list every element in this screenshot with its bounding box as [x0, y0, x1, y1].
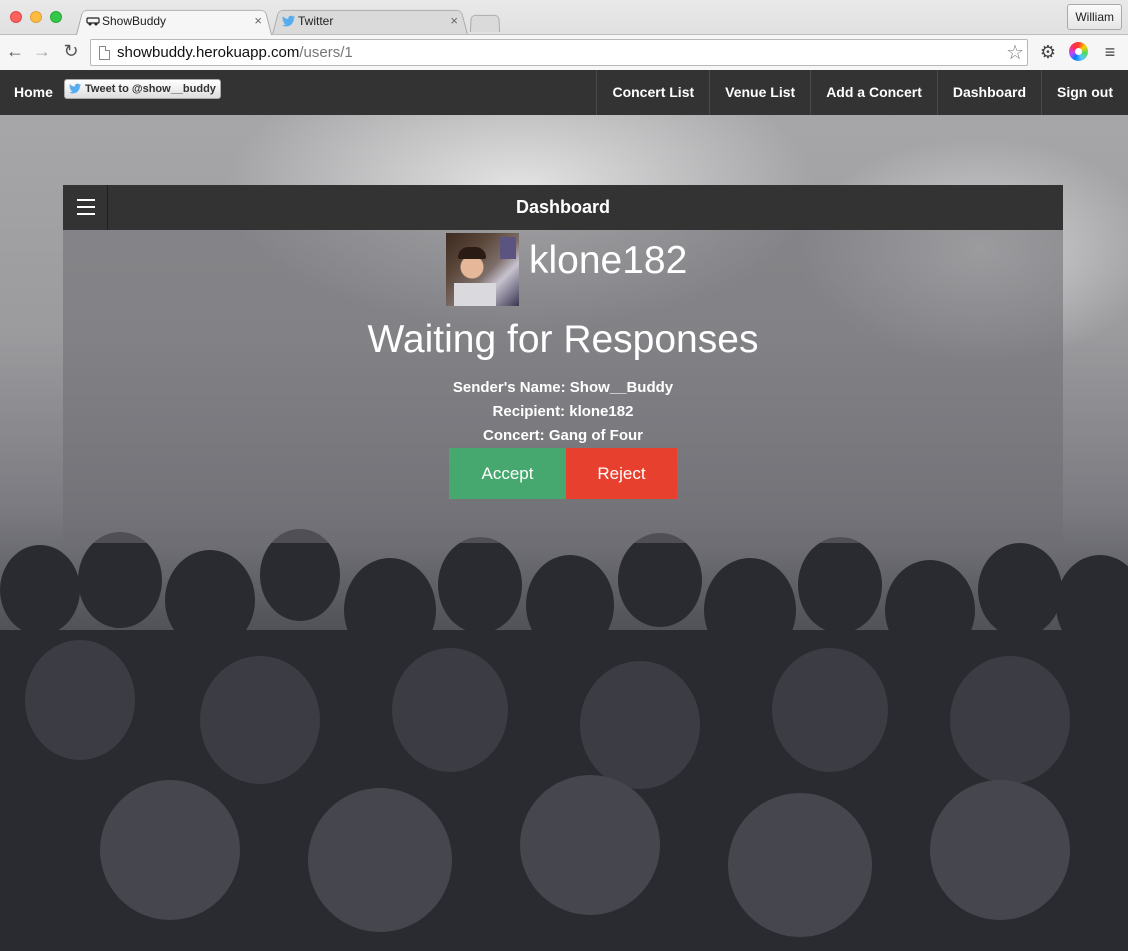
address-bar[interactable]: showbuddy.herokuapp.com/users/1 ☆	[90, 39, 1028, 66]
page-content: Home Tweet to @show__buddy Concert List …	[0, 70, 1128, 951]
chrome-menu-icon[interactable]: ≡	[1099, 40, 1121, 64]
url-text: showbuddy.herokuapp.com/users/1	[117, 40, 353, 66]
avatar	[446, 233, 519, 306]
url-host: showbuddy.herokuapp.com	[117, 44, 300, 61]
tweet-button[interactable]: Tweet to @show__buddy	[64, 79, 221, 99]
tab-showbuddy[interactable]: ShowBuddy ×	[76, 8, 272, 36]
browser-chrome: ShowBuddy × Twitter × William ← → ↻ show…	[0, 0, 1128, 70]
showbuddy-favicon-icon	[86, 17, 100, 26]
new-tab-button[interactable]	[470, 14, 500, 32]
bookmark-star-icon[interactable]: ☆	[1006, 41, 1024, 65]
nav-sign-out[interactable]: Sign out	[1041, 70, 1128, 115]
tab-title: ShowBuddy	[102, 14, 167, 28]
panel-header: Dashboard	[63, 185, 1063, 230]
zoom-window-button[interactable]	[50, 11, 62, 23]
browser-toolbar: ← → ↻ showbuddy.herokuapp.com/users/1 ☆ …	[0, 34, 1128, 70]
close-window-button[interactable]	[10, 11, 22, 23]
color-wheel-extension-icon[interactable]	[1069, 42, 1088, 61]
recipient-name: Recipient: klone182	[492, 403, 634, 420]
tweet-button-label: Tweet to @show__buddy	[85, 83, 216, 95]
close-tab-icon[interactable]: ×	[450, 8, 458, 34]
page-icon	[99, 46, 110, 60]
twitter-bird-icon	[69, 83, 81, 94]
nav-dashboard[interactable]: Dashboard	[936, 70, 1041, 115]
panel-title: Dashboard	[515, 197, 611, 217]
site-navbar: Home Tweet to @show__buddy Concert List …	[0, 70, 1128, 115]
nav-links: Concert List Venue List Add a Concert Da…	[596, 70, 1128, 115]
accept-button[interactable]: Accept	[449, 448, 566, 499]
tab-title: Twitter	[298, 14, 334, 28]
sender-name: Sender's Name: Show__Buddy	[452, 379, 674, 396]
tab-strip: ShowBuddy × Twitter × William	[0, 0, 1128, 36]
gear-icon[interactable]: ⚙	[1037, 40, 1059, 64]
concert-name: Concert: Gang of Four	[483, 427, 643, 444]
nav-add-concert[interactable]: Add a Concert	[810, 70, 937, 115]
username: klone182	[529, 239, 688, 282]
close-tab-icon[interactable]: ×	[254, 8, 262, 34]
twitter-bird-icon	[282, 15, 295, 27]
reject-button[interactable]: Reject	[566, 448, 677, 499]
forward-arrow-icon[interactable]: →	[31, 40, 53, 62]
reload-icon[interactable]: ↻	[60, 40, 82, 62]
url-path: /users/1	[299, 44, 353, 61]
home-link[interactable]: Home	[14, 70, 53, 115]
hamburger-menu-icon[interactable]	[63, 185, 108, 230]
nav-concert-list[interactable]: Concert List	[596, 70, 709, 115]
dashboard-panel: Dashboard klone182 Waiting for Responses…	[63, 185, 1063, 543]
minimize-window-button[interactable]	[30, 11, 42, 23]
back-arrow-icon[interactable]: ←	[4, 40, 26, 62]
nav-venue-list[interactable]: Venue List	[709, 70, 810, 115]
tab-twitter[interactable]: Twitter ×	[272, 8, 468, 36]
profile-button[interactable]: William	[1067, 4, 1122, 30]
request-heading: Waiting for Responses	[367, 318, 759, 361]
